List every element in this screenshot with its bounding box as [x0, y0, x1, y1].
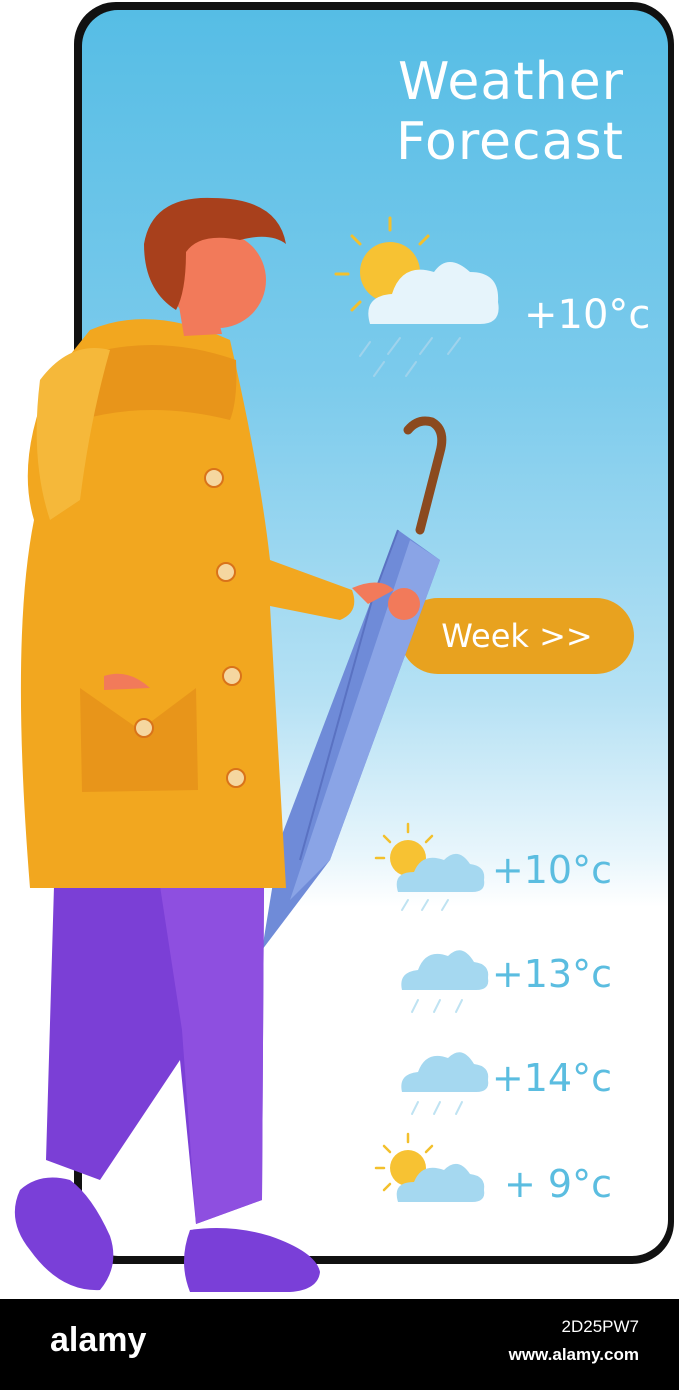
footer-id: 2D25PW7 www.alamy.com: [509, 1313, 639, 1369]
person-illustration: [14, 197, 447, 1292]
footer-url[interactable]: www.alamy.com: [509, 1341, 639, 1369]
footer-bar: alamy 2D25PW7 www.alamy.com: [0, 1299, 679, 1390]
image-id: 2D25PW7: [561, 1317, 639, 1336]
footer-logo: alamy: [50, 1321, 147, 1359]
umbrella-icon: [262, 416, 447, 950]
